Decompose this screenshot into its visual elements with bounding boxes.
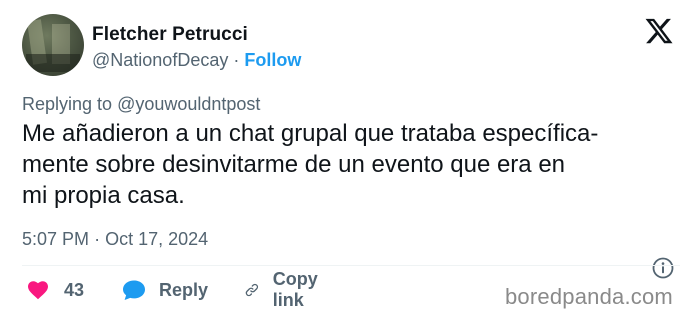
like-count: 43 bbox=[64, 279, 85, 300]
avatar[interactable] bbox=[22, 14, 84, 76]
author-name[interactable]: Fletcher Petrucci bbox=[92, 24, 248, 46]
tweet-line: mente sobre desinvitarme de un evento qu… bbox=[22, 151, 566, 178]
separator-dot: · bbox=[233, 50, 240, 70]
author-handle[interactable]: @NationofDecay bbox=[92, 50, 228, 70]
reply-button[interactable]: Reply bbox=[121, 275, 208, 305]
info-icon[interactable] bbox=[651, 256, 675, 280]
copy-link-label: Copy link bbox=[272, 269, 318, 310]
handle-row: @NationofDecay · Follow bbox=[92, 50, 301, 71]
divider bbox=[22, 265, 680, 266]
timestamp-date: Oct 17, 2024 bbox=[105, 229, 209, 249]
replying-to: Replying to @youwouldntpost bbox=[22, 94, 260, 115]
follow-button[interactable]: Follow bbox=[244, 50, 301, 70]
tweet-line: Me añadieron a un chat grupal que tratab… bbox=[22, 120, 599, 147]
replying-prefix: Replying to bbox=[22, 94, 113, 114]
reply-label: Reply bbox=[159, 279, 209, 300]
heart-icon bbox=[28, 281, 48, 300]
timestamp-time: 5:07 PM bbox=[22, 229, 90, 249]
reply-bubble-icon bbox=[123, 280, 145, 300]
tweet-text: Me añadieron a un chat grupal que tratab… bbox=[22, 118, 687, 211]
replying-mention[interactable]: @youwouldntpost bbox=[117, 94, 260, 114]
link-icon bbox=[245, 283, 258, 297]
timestamp-separator: · bbox=[94, 229, 101, 249]
timestamp[interactable]: 5:07 PM · Oct 17, 2024 bbox=[22, 229, 208, 250]
like-button[interactable]: 43 bbox=[26, 275, 84, 305]
watermark: boredpanda.com bbox=[505, 284, 673, 309]
copy-link-button[interactable]: Copy link bbox=[244, 269, 326, 310]
x-logo-icon[interactable] bbox=[644, 16, 674, 46]
tweet-line: mi propia casa. bbox=[22, 182, 185, 209]
tweet-header: Fletcher Petrucci @NationofDecay · Follo… bbox=[22, 14, 682, 78]
